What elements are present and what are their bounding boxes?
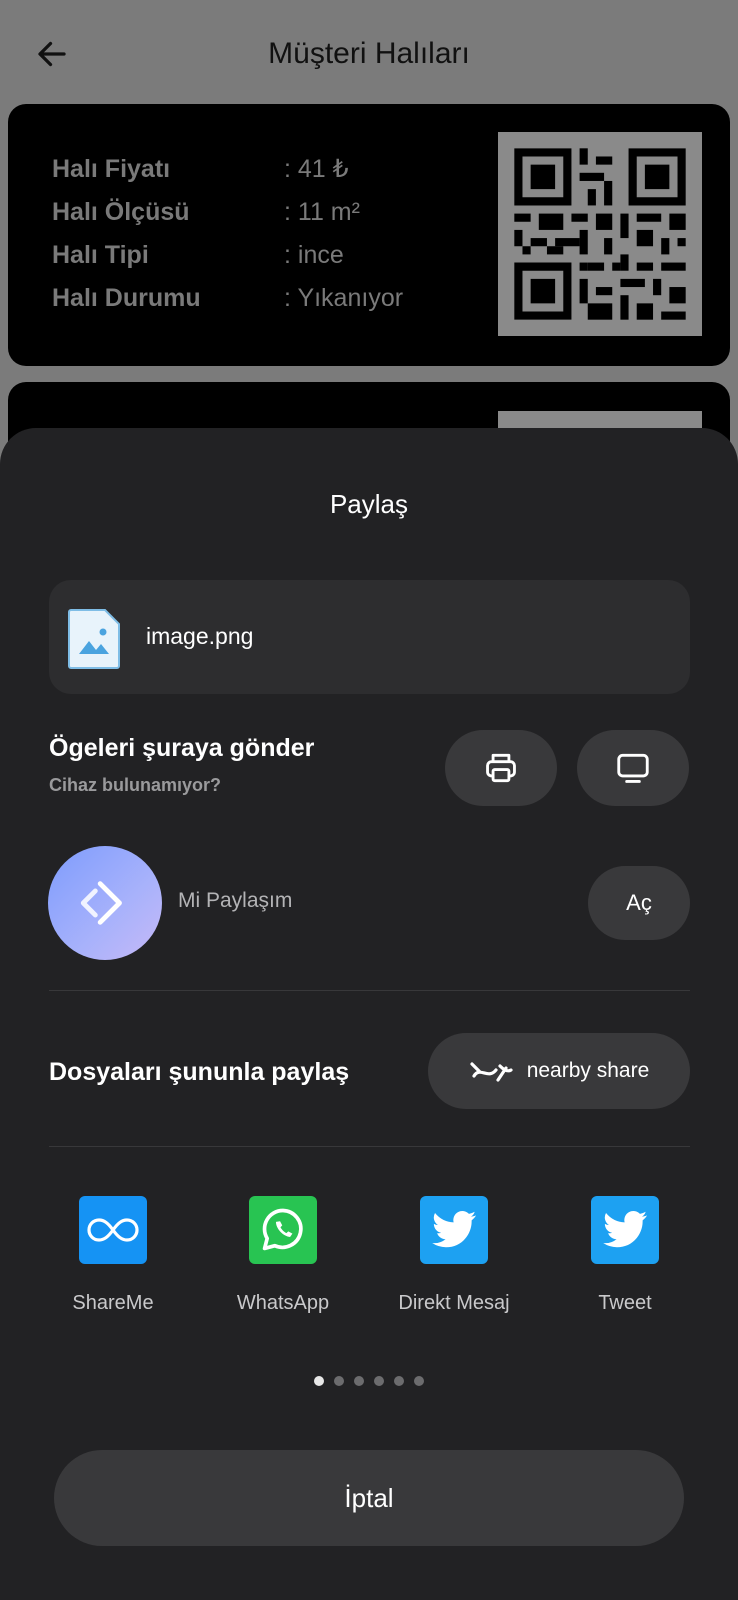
mi-share-label: Mi Paylaşım (178, 889, 293, 912)
print-button[interactable] (445, 730, 557, 806)
type-label: Halı Tipi (52, 241, 149, 269)
app-label: Tweet (598, 1292, 652, 1314)
twitter-bird-icon (591, 1196, 659, 1264)
whatsapp-icon (249, 1196, 317, 1264)
page-dot[interactable] (314, 1376, 324, 1386)
price-value: : 41 ₺ (284, 155, 349, 183)
page-dot[interactable] (354, 1376, 364, 1386)
share-sheet-title: Paylaş (329, 489, 409, 519)
image-file-icon (67, 608, 121, 670)
open-button[interactable]: Aç (588, 866, 690, 940)
monitor-icon (617, 753, 649, 783)
size-value: : 11 m² (284, 198, 360, 226)
shareme-icon (79, 1196, 147, 1264)
app-label: WhatsApp (236, 1292, 330, 1314)
cancel-button[interactable]: İptal (54, 1450, 684, 1546)
no-device-link[interactable]: Cihaz bulunamıyor? (49, 772, 221, 798)
divider (49, 1146, 690, 1147)
twitter-bird-icon (420, 1196, 488, 1264)
type-value: : ince (284, 241, 344, 269)
size-label: Halı Ölçüsü (52, 198, 190, 226)
qr-code-icon (498, 132, 702, 336)
page-title: Müşteri Halıları (268, 37, 470, 70)
nearby-share-button[interactable]: nearby share (428, 1033, 690, 1109)
file-preview: image.png (49, 580, 690, 694)
status-value: : Yıkanıyor (284, 284, 404, 312)
app-bar: Müşteri Halıları (0, 0, 738, 100)
app-tweet[interactable]: Tweet (545, 1196, 705, 1318)
divider (49, 990, 690, 991)
file-name: image.png (146, 623, 254, 649)
app-label: Direkt Mesaj (398, 1292, 510, 1314)
app-direct-message[interactable]: Direkt Mesaj (374, 1196, 534, 1318)
page-indicator (0, 1376, 738, 1386)
share-with-title: Dosyaları şununla paylaş (49, 1058, 350, 1086)
send-to-title: Ögeleri şuraya gönder (49, 734, 315, 762)
page-dot[interactable] (334, 1376, 344, 1386)
share-sheet: Paylaş image.png Ögeleri şuraya gönder C… (0, 428, 738, 1600)
mi-share-avatar[interactable] (48, 846, 162, 960)
page-dot[interactable] (394, 1376, 404, 1386)
app-whatsapp[interactable]: WhatsApp (203, 1196, 363, 1318)
cast-screen-button[interactable] (577, 730, 689, 806)
price-label: Halı Fiyatı (52, 155, 171, 183)
nearby-share-icon (470, 1062, 513, 1082)
page-dot[interactable] (414, 1376, 424, 1386)
page-dot[interactable] (374, 1376, 384, 1386)
status-label: Halı Durumu (52, 284, 201, 312)
carpet-card[interactable]: Halı Fiyatı : 41 ₺ Halı Ölçüsü : 11 m² H… (8, 104, 730, 366)
app-label: ShareMe (72, 1292, 154, 1314)
mi-share-icon (80, 881, 122, 925)
nearby-share-label: nearby share (526, 1059, 650, 1082)
app-shareme[interactable]: ShareMe (33, 1196, 193, 1318)
printer-icon (486, 753, 516, 783)
